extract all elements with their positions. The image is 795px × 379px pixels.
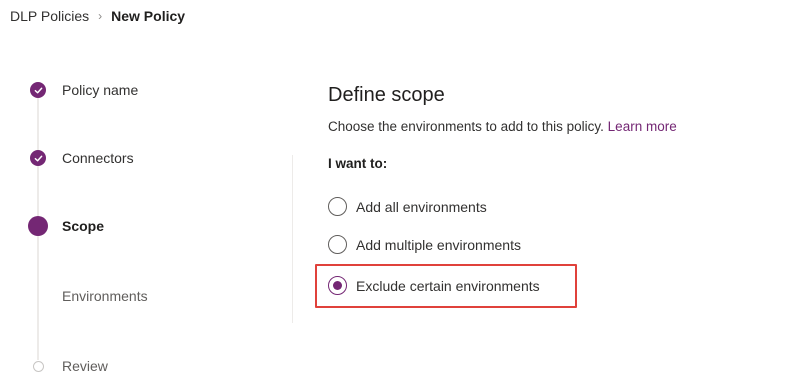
breadcrumb-new-policy: New Policy [111, 8, 186, 24]
radio-label: Add all environments [356, 198, 487, 215]
step-scope[interactable]: Scope [24, 212, 104, 240]
page: DLP Policies › New Policy Policy name Co… [0, 0, 795, 379]
checkmark-icon [30, 82, 46, 98]
checkmark-icon [30, 150, 46, 166]
highlight-box [315, 264, 577, 308]
step-policy-name[interactable]: Policy name [24, 76, 138, 104]
current-step-dot [28, 216, 48, 236]
step-status-indicator [24, 212, 52, 240]
breadcrumb-dlp-policies[interactable]: DLP Policies [10, 8, 89, 24]
radio-circle[interactable] [328, 197, 347, 216]
scope-prompt: I want to: [328, 156, 388, 171]
step-status-indicator [24, 352, 52, 379]
step-label: Policy name [62, 82, 139, 98]
step-status-indicator [24, 144, 52, 172]
step-label: Scope [62, 218, 105, 234]
step-status-indicator [24, 76, 52, 104]
step-label: Connectors [62, 150, 134, 166]
page-title: Define scope [328, 84, 445, 106]
radio-add-all-environments[interactable]: Add all environments [328, 197, 487, 216]
radio-circle[interactable] [328, 235, 347, 254]
step-label: Review [62, 358, 108, 374]
breadcrumb: DLP Policies › New Policy [10, 8, 185, 24]
future-step-dot [32, 360, 44, 372]
section-divider [292, 155, 293, 323]
step-connectors[interactable]: Connectors [24, 144, 134, 172]
substep-environments[interactable]: Environments [62, 288, 148, 304]
radio-add-multiple-environments[interactable]: Add multiple environments [328, 235, 521, 254]
step-review[interactable]: Review [24, 352, 108, 379]
learn-more-link[interactable]: Learn more [608, 119, 677, 134]
description-text: Choose the environments to add to this p… [328, 119, 604, 134]
main-content: Define scope Choose the environments to … [328, 84, 677, 171]
chevron-right-icon: › [98, 9, 103, 23]
radio-label: Add multiple environments [356, 236, 521, 253]
description: Choose the environments to add to this p… [328, 119, 677, 134]
